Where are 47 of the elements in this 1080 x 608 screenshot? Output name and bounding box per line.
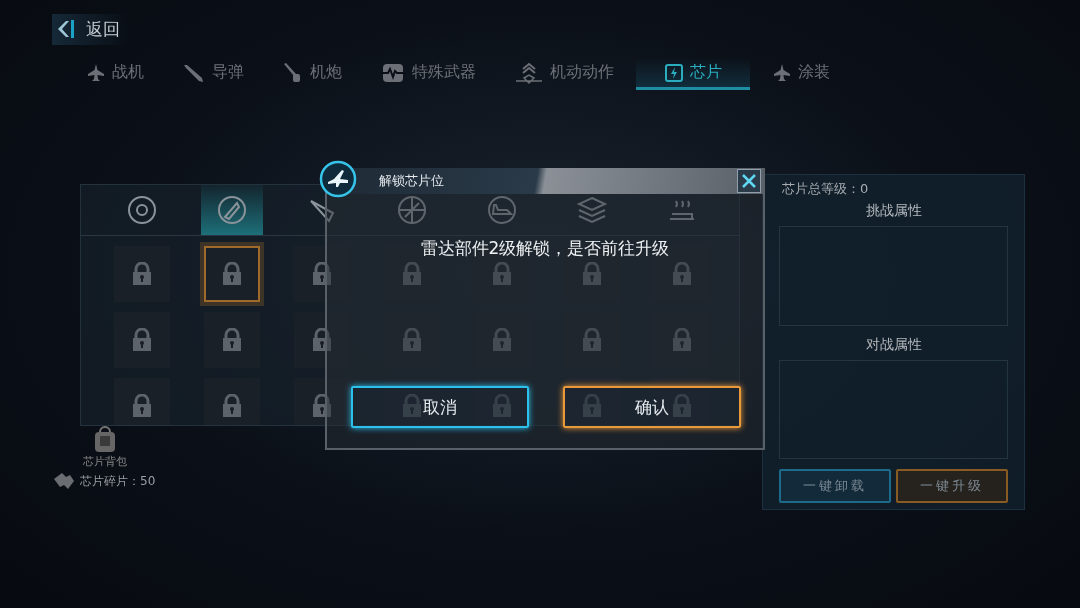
lock-icon [311,262,333,286]
dialog-button[interactable]: 确认 [563,386,741,428]
lock-icon [311,328,333,352]
lock-icon [581,394,603,418]
lock-icon [491,262,513,286]
tab[interactable]: 机炮 [266,58,358,90]
lock-icon [131,328,153,352]
jet-emblem-icon [319,160,357,198]
section-heading: 对战属性 [865,335,922,354]
lock-icon [581,328,603,352]
lock-icon [131,394,153,418]
lock-icon [311,394,333,418]
tab[interactable]: 特殊武器 [364,58,492,90]
lock-icon [401,328,423,352]
tab[interactable]: 机动动作 [498,58,630,90]
fragment-count: 芯片碎片：50 [80,472,156,490]
tab[interactable]: 战机 [70,58,160,90]
lock-icon [671,328,693,352]
tab[interactable]: 涂装 [756,58,846,90]
missile-icon [182,62,206,83]
puzzle-icon [52,471,76,491]
close-icon [740,172,758,190]
lock-icon [671,394,693,418]
lock-icon [671,262,693,286]
total-level: 芯片总等级：0 [782,180,870,198]
tab[interactable]: 芯片 [636,58,750,90]
close-button[interactable] [737,169,761,193]
dialog-button[interactable]: 取消 [351,386,529,428]
chip-icon [664,62,684,83]
lock-icon [131,262,153,286]
lock-icon [221,394,243,418]
tab[interactable]: 导弹 [166,58,260,90]
gadget-icon [380,61,406,84]
section-heading: 挑战属性 [865,202,922,220]
action-button[interactable]: 一键升级 [896,469,1008,503]
rank-plane-icon [514,60,544,85]
lock-icon [491,394,513,418]
backpack-button[interactable]: 芯片背包 [78,426,132,469]
lock-icon [491,328,513,352]
action-button[interactable]: 一键卸载 [779,469,891,503]
dialog-title: 解锁芯片位 [379,172,444,190]
lock-icon [221,328,243,352]
lock-icon [401,262,423,286]
lock-icon [401,394,423,418]
dialog-message: 雷达部件2级解锁，是否前往升级 [420,238,670,258]
lock-icon [581,262,603,286]
lock-icon [221,262,243,286]
